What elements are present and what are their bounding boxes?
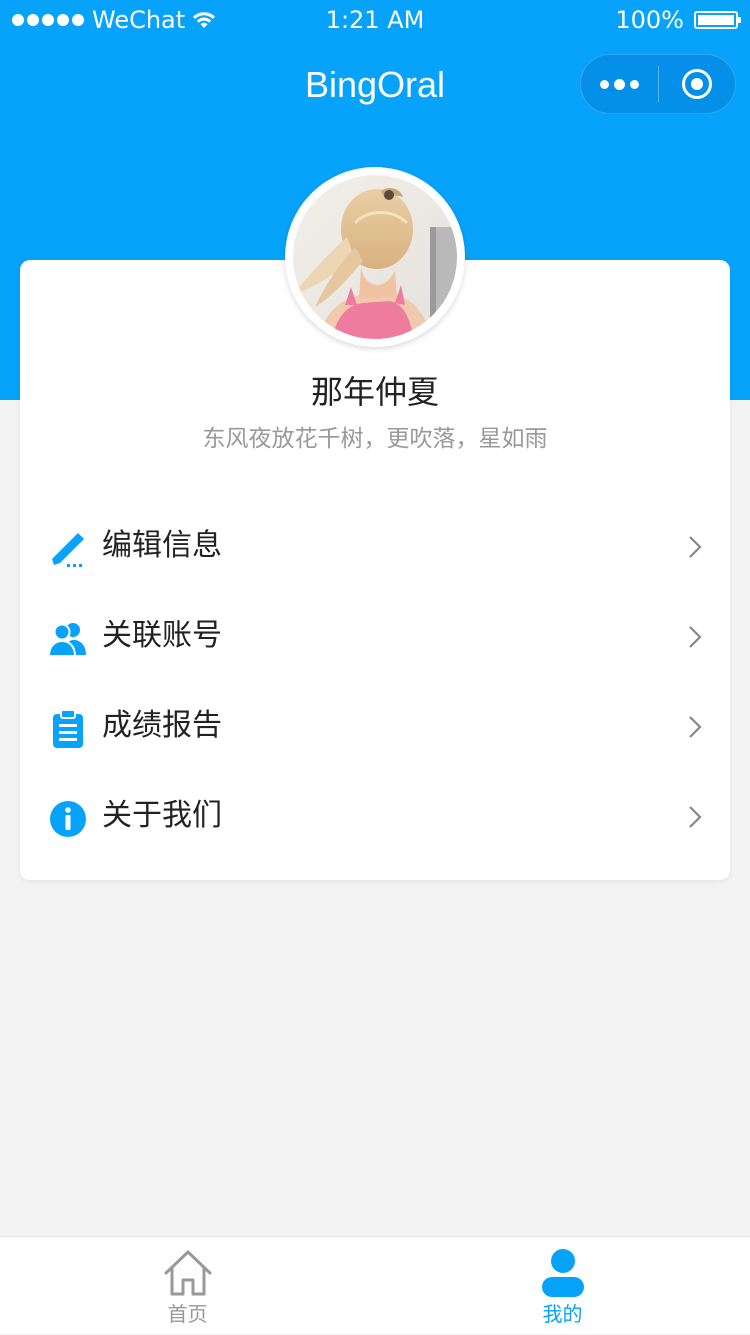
profile-bio: 东风夜放花千树，更吹落，星如雨	[202, 426, 548, 452]
chevron-right-icon	[689, 626, 702, 648]
menu-label: 成绩报告	[102, 708, 222, 743]
person-icon	[542, 1249, 584, 1297]
target-circle-icon[interactable]	[659, 55, 735, 113]
menu-label: 关联账号	[102, 618, 222, 653]
tab-label: 我的	[542, 1302, 583, 1326]
menu-label: 关于我们	[102, 798, 222, 833]
battery-cap	[738, 17, 741, 23]
avatar[interactable]	[285, 167, 465, 347]
status-bar: WeChat 1:21 AM 100%	[0, 0, 750, 40]
battery-icon	[694, 11, 741, 29]
tab-bar: 首页 我的	[0, 1236, 750, 1334]
menu-label: 编辑信息	[102, 528, 222, 563]
tab-mine[interactable]: 我的	[375, 1237, 750, 1335]
profile-name: 那年仲夏	[310, 373, 439, 411]
chevron-right-icon	[689, 716, 702, 738]
info-icon	[50, 801, 86, 837]
clipboard-icon	[53, 709, 83, 748]
menu-item-about-us[interactable]: 关于我们	[20, 772, 730, 862]
chevron-right-icon	[689, 536, 702, 558]
pencil-icon	[52, 533, 84, 567]
tab-label: 首页	[167, 1302, 208, 1326]
more-dots-icon[interactable]	[581, 55, 658, 113]
menu-item-score-report[interactable]: 成绩报告	[20, 682, 730, 772]
menu-item-linked-accounts[interactable]: 关联账号	[20, 592, 730, 682]
battery-percent: 100%	[615, 6, 684, 34]
tab-home[interactable]: 首页	[0, 1237, 375, 1335]
chevron-right-icon	[689, 806, 702, 828]
users-icon	[48, 623, 86, 657]
avatar-photo	[289, 171, 461, 343]
status-right: 100%	[615, 6, 741, 34]
capsule-menu	[580, 54, 736, 114]
battery-fill	[698, 15, 734, 25]
home-icon	[164, 1250, 212, 1296]
menu-item-edit-info[interactable]: 编辑信息	[20, 502, 730, 592]
